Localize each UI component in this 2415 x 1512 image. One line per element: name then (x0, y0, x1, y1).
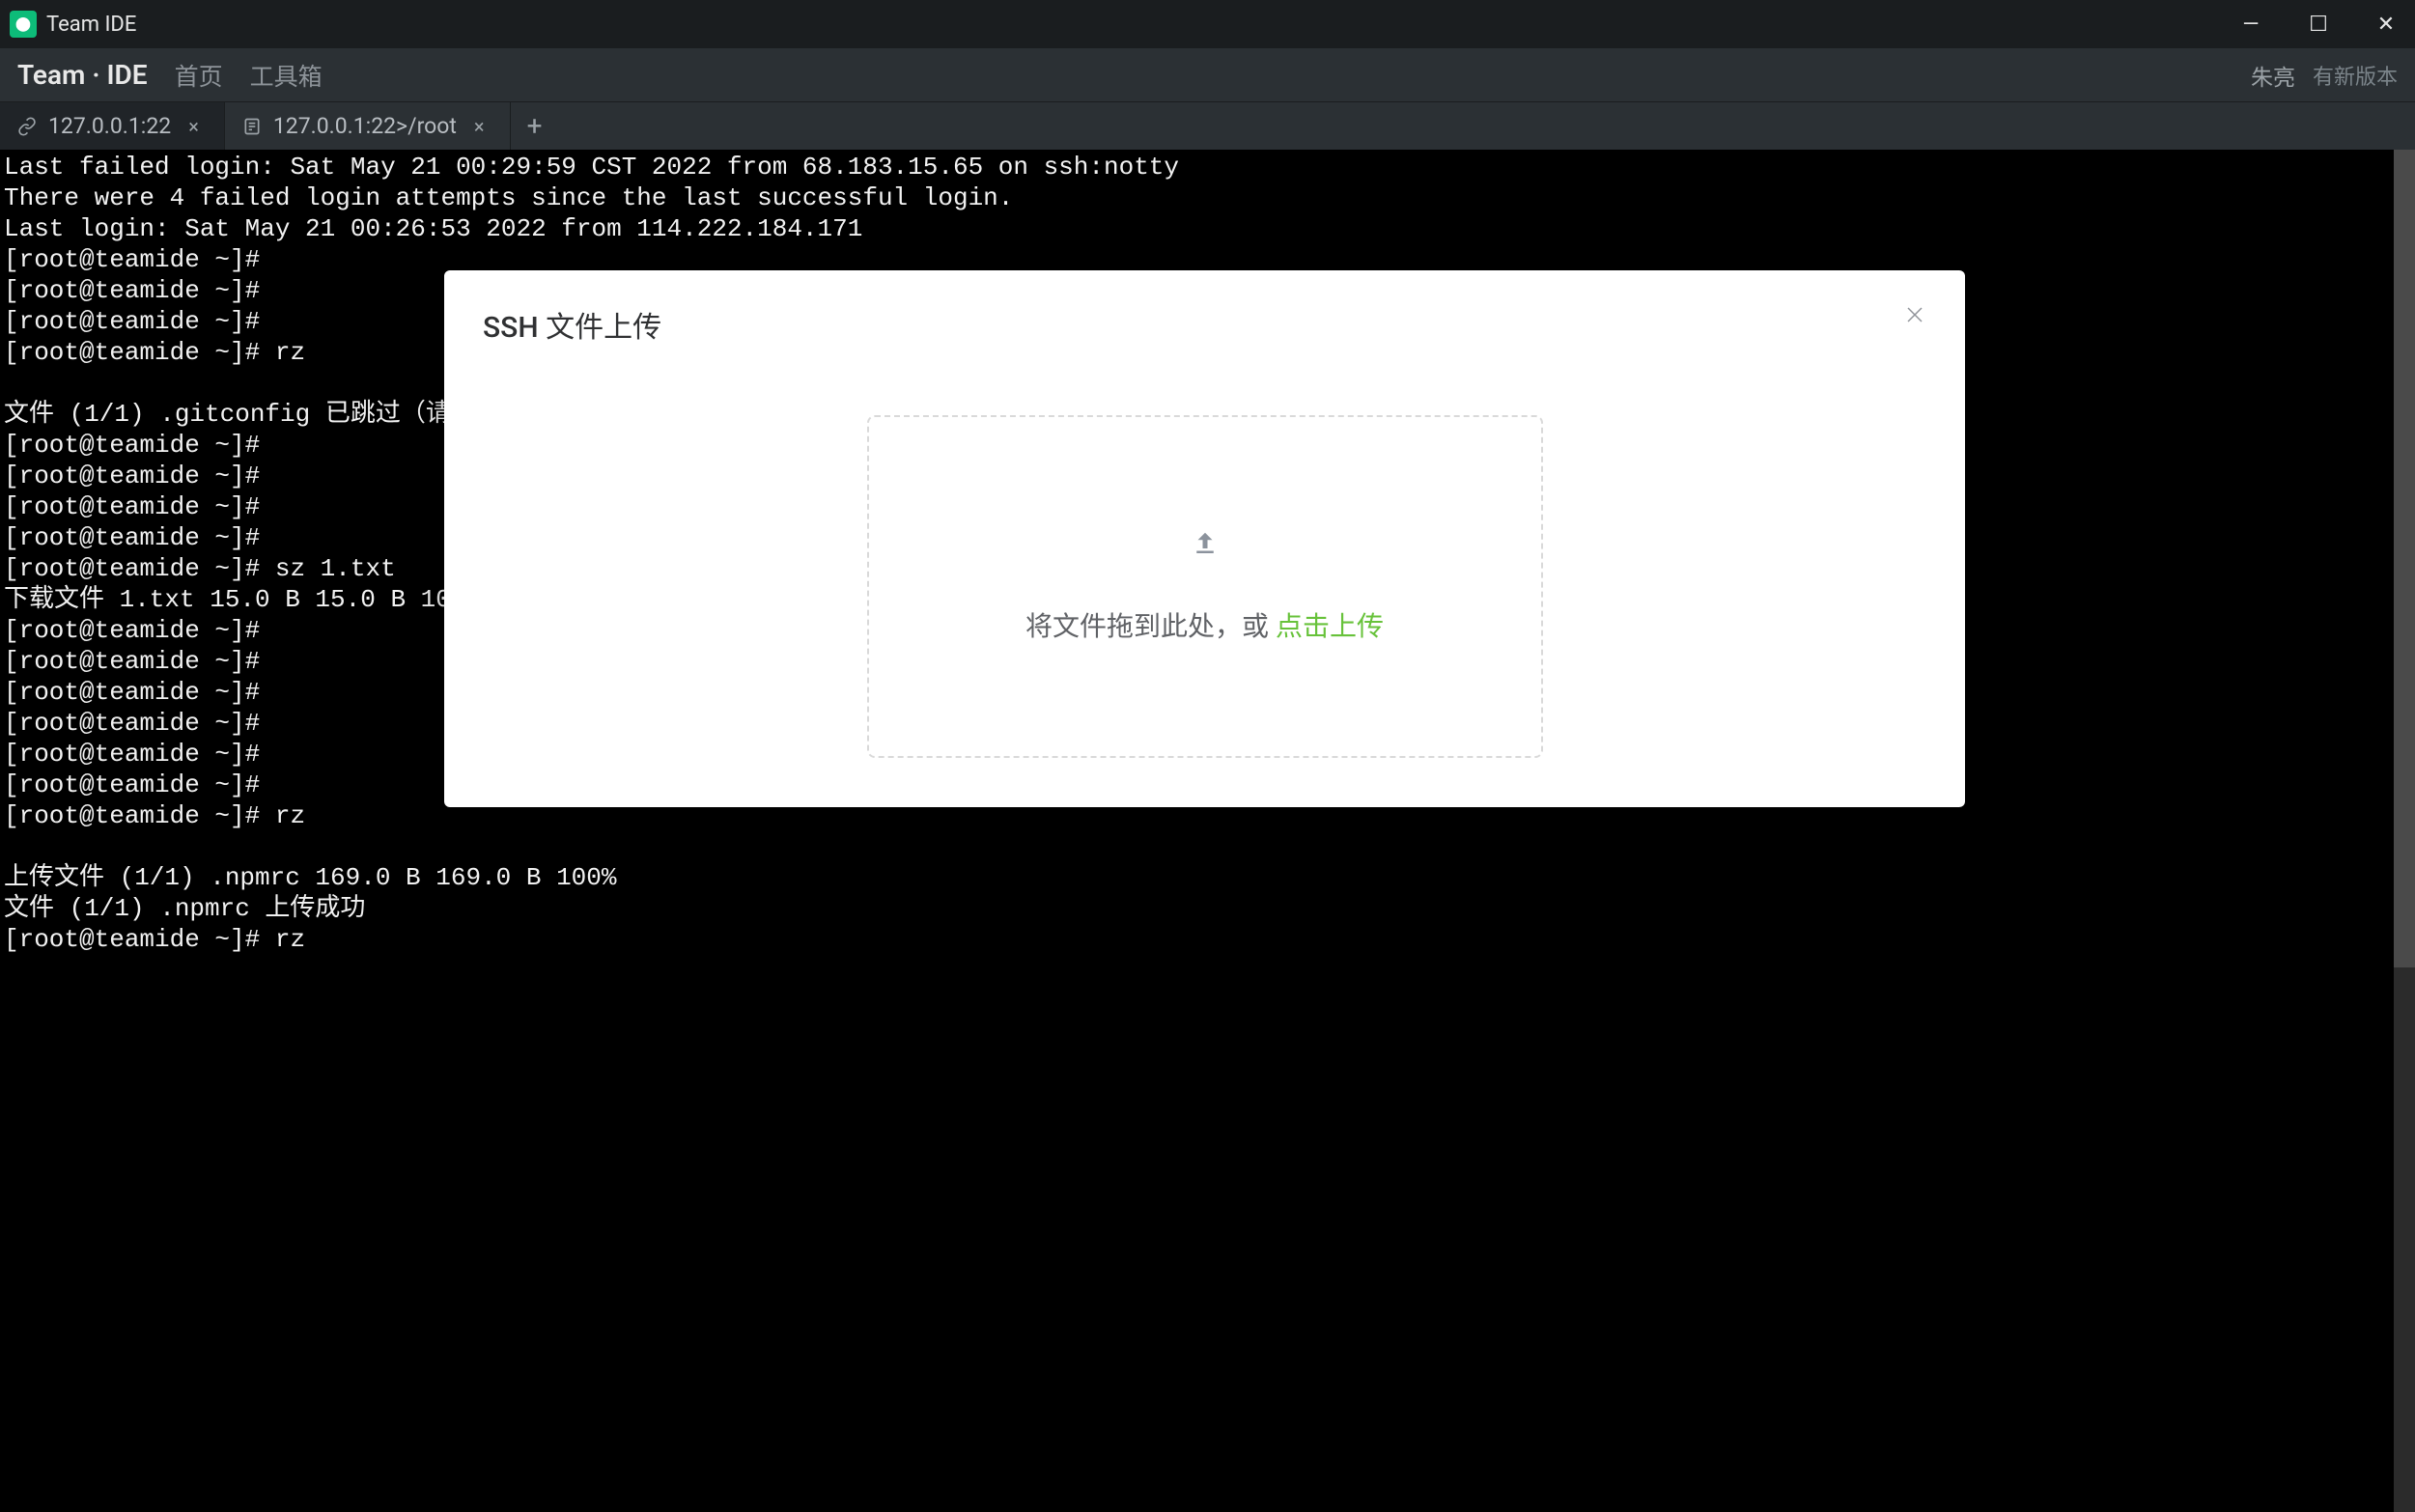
upload-dropzone[interactable]: 将文件拖到此处，或 点击上传 (867, 415, 1543, 758)
window-controls: — ☐ ✕ (2232, 13, 2405, 37)
file-icon (242, 117, 262, 136)
scrollbar[interactable] (2394, 150, 2415, 1512)
upload-icon (1191, 528, 1220, 567)
menu-home[interactable]: 首页 (175, 58, 223, 93)
app-title: Team IDE (46, 13, 136, 37)
app-brand: Team · IDE (17, 59, 148, 91)
link-icon (17, 117, 37, 136)
version-badge[interactable]: 有新版本 (2313, 60, 2398, 91)
modal-close-button[interactable] (1903, 303, 1926, 331)
minimize-button[interactable]: — (2232, 13, 2270, 37)
tab-label: 127.0.0.1:22>/root (273, 113, 457, 139)
upload-modal: SSH 文件上传 将文件拖到此处，或 点击上传 (444, 270, 1965, 807)
modal-body: 将文件拖到此处，或 点击上传 (444, 365, 1965, 807)
scrollbar-thumb[interactable] (2394, 150, 2415, 967)
titlebar-left: ⬤ Team IDE (10, 11, 136, 38)
menubar: Team · IDE 首页 工具箱 朱亮 有新版本 (0, 48, 2415, 101)
titlebar: ⬤ Team IDE — ☐ ✕ (0, 0, 2415, 48)
tab-label: 127.0.0.1:22 (48, 113, 171, 139)
modal-header: SSH 文件上传 (444, 270, 1965, 365)
user-name[interactable]: 朱亮 (2251, 59, 2295, 92)
tab-ssh-1[interactable]: 127.0.0.1:22 × (0, 102, 225, 150)
tab-add-button[interactable]: + (511, 102, 559, 150)
tab-close-icon[interactable]: × (188, 115, 199, 138)
maximize-button[interactable]: ☐ (2299, 13, 2338, 37)
tab-ssh-2[interactable]: 127.0.0.1:22>/root × (225, 102, 511, 150)
tabbar: 127.0.0.1:22 × 127.0.0.1:22>/root × + (0, 101, 2415, 150)
close-button[interactable]: ✕ (2367, 13, 2405, 37)
menubar-left: Team · IDE 首页 工具箱 (17, 58, 323, 93)
modal-title: SSH 文件上传 (483, 303, 661, 346)
menu-toolbox[interactable]: 工具箱 (250, 58, 323, 93)
upload-text: 将文件拖到此处，或 点击上传 (1025, 605, 1384, 644)
menubar-right: 朱亮 有新版本 (2251, 59, 2398, 92)
tab-close-icon[interactable]: × (474, 115, 485, 138)
upload-link[interactable]: 点击上传 (1276, 610, 1384, 642)
upload-text-prefix: 将文件拖到此处，或 (1025, 610, 1276, 642)
app-icon: ⬤ (10, 11, 37, 38)
